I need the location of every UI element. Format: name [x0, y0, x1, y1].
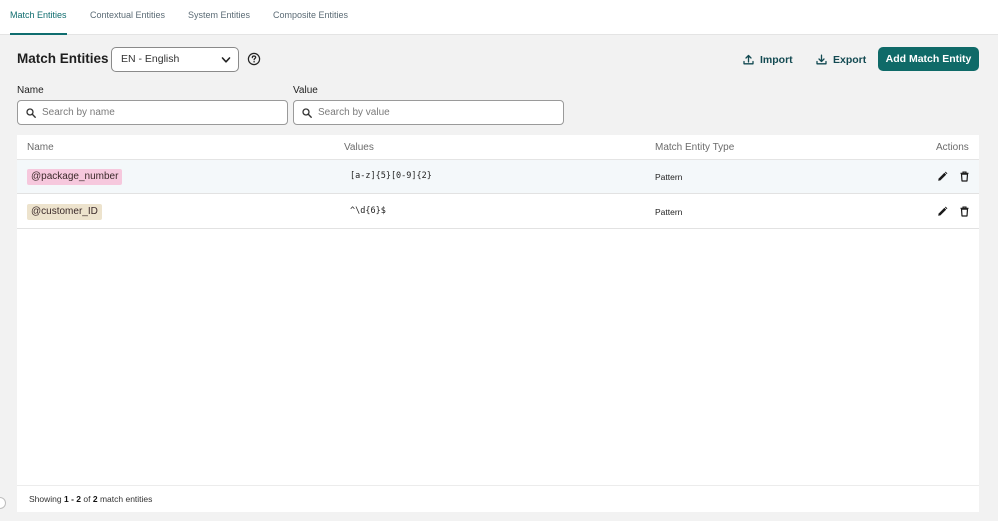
tab-composite-entities[interactable]: Composite Entities — [273, 0, 348, 35]
value-search-input[interactable] — [318, 103, 557, 122]
import-button[interactable]: Import — [743, 51, 793, 68]
language-select-value: EN - English — [121, 53, 180, 65]
value-search-field[interactable] — [293, 100, 564, 125]
summary-range: 1 - 2 — [63, 494, 81, 504]
question-circle-icon[interactable] — [247, 52, 261, 66]
table-row[interactable]: @customer_ID ^\d{6}$ Pattern — [17, 195, 979, 229]
entity-tabs: Match Entities Contextual Entities Syste… — [0, 0, 998, 35]
add-match-entity-button[interactable]: Add Match Entity — [878, 47, 979, 71]
trash-icon[interactable] — [959, 206, 970, 217]
summary-total: 2 — [92, 494, 98, 504]
entity-value: ^\d{6}$ — [350, 206, 386, 216]
pencil-icon[interactable] — [937, 171, 948, 182]
pagination-summary: Showing 1 - 2 of 2 match entities — [29, 494, 152, 504]
download-icon — [816, 54, 827, 65]
column-header-values[interactable]: Values — [344, 142, 374, 153]
search-icon — [26, 108, 36, 118]
sidebar-collapse-handle[interactable] — [0, 497, 6, 509]
match-entities-table: Name Values Match Entity Type Actions @p… — [17, 135, 979, 512]
entity-name-chip: @package_number — [27, 169, 123, 185]
value-filter-label: Value — [293, 85, 318, 96]
export-label: Export — [833, 53, 867, 66]
column-header-actions: Actions — [936, 142, 969, 153]
search-icon — [302, 108, 312, 118]
page-title: Match Entities — [17, 51, 109, 66]
summary-suffix: match entities — [99, 494, 153, 504]
tab-contextual-entities[interactable]: Contextual Entities — [90, 0, 165, 35]
table-row[interactable]: @package_number [a-z]{5}[0-9]{2} Pattern — [17, 160, 979, 194]
summary-prefix: Showing — [29, 494, 62, 504]
column-header-name[interactable]: Name — [27, 142, 54, 153]
name-filter-label: Name — [17, 85, 44, 96]
page-bottom-strip — [0, 512, 998, 521]
pencil-icon[interactable] — [937, 206, 948, 217]
table-header: Name Values Match Entity Type Actions — [17, 135, 979, 160]
name-search-field[interactable] — [17, 100, 288, 125]
language-select[interactable]: EN - English — [111, 47, 239, 72]
entity-name-chip: @customer_ID — [27, 204, 102, 220]
entity-value: [a-z]{5}[0-9]{2} — [350, 171, 432, 181]
entity-type: Pattern — [655, 207, 683, 217]
summary-of: of — [83, 494, 91, 504]
trash-icon[interactable] — [959, 171, 970, 182]
export-button[interactable]: Export — [816, 51, 866, 68]
table-footer: Showing 1 - 2 of 2 match entities — [17, 485, 979, 512]
entity-type: Pattern — [655, 172, 683, 182]
name-search-input[interactable] — [42, 103, 281, 122]
tab-system-entities[interactable]: System Entities — [188, 0, 250, 35]
tab-match-entities[interactable]: Match Entities — [10, 0, 67, 35]
chevron-down-icon — [221, 57, 231, 63]
upload-icon — [743, 54, 754, 65]
column-header-type[interactable]: Match Entity Type — [655, 142, 734, 153]
import-label: Import — [760, 53, 793, 66]
